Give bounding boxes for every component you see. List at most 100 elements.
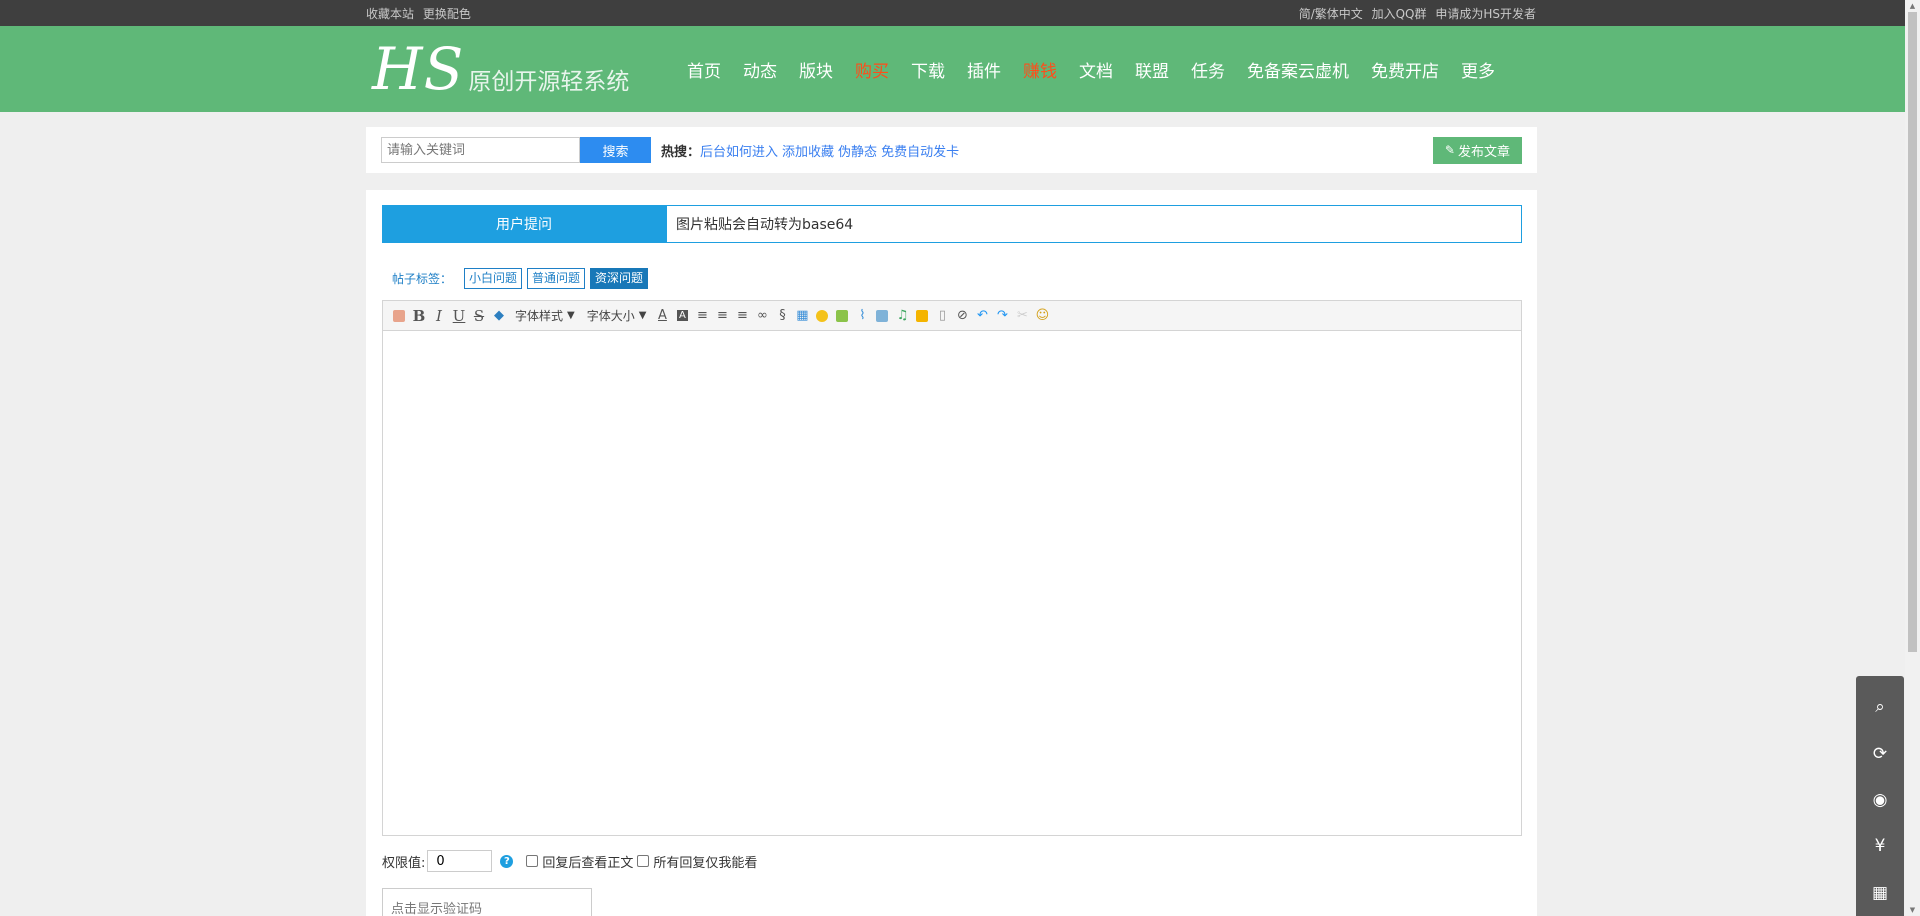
source-icon[interactable] [389, 306, 409, 326]
bold-icon[interactable]: B [409, 306, 429, 326]
tag-beginner[interactable]: 小白问题 [464, 268, 523, 289]
tag-normal[interactable]: 普通问题 [527, 268, 586, 289]
tag-advanced[interactable]: 资深问题 [590, 268, 649, 289]
category-select[interactable]: 用户提问 [382, 205, 666, 243]
chevron-down-icon: ▼ [638, 310, 647, 321]
change-color-link[interactable]: 更换配色 [423, 7, 471, 21]
align-right-icon[interactable]: ≡ [732, 306, 752, 326]
nav-item[interactable]: 免备案云虚机 [1247, 57, 1349, 82]
align-left-icon[interactable]: ≡ [692, 306, 712, 326]
checkbox-box[interactable] [526, 855, 539, 867]
nav-item[interactable]: 免费开店 [1371, 57, 1439, 82]
qrcode-icon[interactable]: ▦ [1856, 870, 1904, 916]
scroll-down-icon[interactable]: ▼ [1905, 904, 1920, 916]
scroll-up-icon[interactable]: ▲ [1905, 0, 1920, 12]
replies-private-checkbox[interactable]: 所有回复仅我能看 [637, 852, 757, 871]
link-icon[interactable]: ∞ [752, 306, 772, 326]
bookmark-site-link[interactable]: 收藏本站 [366, 7, 414, 21]
nav-item[interactable]: 联盟 [1135, 57, 1169, 82]
music-icon[interactable]: ♫ [892, 306, 912, 326]
main-nav: 首页 动态 版块 购买 下载 插件 赚钱 文档 联盟 任务 免备案云虚机 免费开店 更多 [676, 57, 1506, 82]
rich-text-editor: B I U S ◆ 字体样式 ▼ 字体大小 ▼ A A ≡ ≡ ≡ ∞ § ▦ ⌇ … [382, 300, 1522, 836]
checkbox-box[interactable] [637, 855, 650, 867]
scroll-thumb[interactable] [1908, 12, 1917, 652]
underline-icon[interactable]: U [449, 306, 469, 326]
background-color-icon[interactable]: A [672, 306, 692, 326]
unlink-icon[interactable]: § [772, 306, 792, 326]
tags-row: 帖子标签： 小白问题 普通问题 资深问题 [392, 268, 653, 289]
attachment-icon[interactable]: ⌇ [852, 306, 872, 326]
join-qq-group-link[interactable]: 加入QQ群 [1372, 7, 1427, 21]
help-icon[interactable]: ? [500, 854, 514, 868]
nav-item[interactable]: 任务 [1191, 57, 1225, 82]
nav-item[interactable]: 下载 [911, 57, 945, 82]
hot-search-link[interactable]: 免费自动发卡 [881, 141, 959, 160]
nav-item[interactable]: 动态 [743, 57, 777, 82]
permission-input[interactable] [427, 850, 493, 872]
nav-item[interactable]: 赚钱 [1023, 57, 1057, 82]
hide-content-icon[interactable]: ⊘ [952, 306, 972, 326]
edit-icon: ✎ [1444, 143, 1455, 157]
topbar-right: 简/繁体中文 加入QQ群 申请成为HS开发者 [1294, 5, 1536, 22]
preview-icon[interactable]: ☺ [1032, 306, 1052, 326]
site-logo[interactable]: HS 原创开源轻系统 [372, 40, 662, 98]
font-size-select[interactable]: 字体大小 ▼ [587, 307, 647, 324]
permission-row: 权限值: ? 回复后查看正文 所有回复仅我能看 [382, 850, 757, 872]
hot-search-link[interactable]: 添加收藏 [782, 141, 834, 160]
header: HS 原创开源轻系统 首页 动态 版块 购买 下载 插件 赚钱 文档 联盟 任务 免备案云虚机 免费开… [0, 26, 1920, 112]
publish-article-label: 发布文章 [1457, 144, 1510, 160]
floating-toolbar: ⌕ ⟳ ◉ ¥ ▦ [1856, 676, 1904, 916]
topbar-left: 收藏本站 更换配色 [366, 5, 476, 22]
font-family-select[interactable]: 字体样式 ▼ [515, 307, 575, 324]
hot-search-label: 热搜： [661, 144, 701, 160]
qq-icon[interactable]: ◉ [1856, 777, 1904, 823]
clear-format-icon[interactable]: ✂ [1012, 306, 1032, 326]
refresh-icon[interactable]: ⟳ [1856, 730, 1904, 776]
search-input[interactable] [381, 137, 580, 163]
image-icon[interactable] [832, 306, 852, 326]
reply-to-view-checkbox[interactable]: 回复后查看正文 [526, 852, 633, 871]
emoji-icon[interactable] [812, 306, 832, 326]
hot-search-link[interactable]: 伪静态 [838, 141, 877, 160]
title-input[interactable] [666, 205, 1522, 243]
hot-search-link[interactable]: 后台如何进入 [700, 141, 778, 160]
permission-label: 权限值: [382, 855, 426, 871]
reply-to-view-label: 回复后查看正文 [542, 855, 634, 871]
apply-developer-link[interactable]: 申请成为HS开发者 [1435, 7, 1536, 21]
nav-item[interactable]: 文档 [1079, 57, 1113, 82]
captcha-field[interactable]: 点击显示验证码 [382, 888, 592, 916]
strikethrough-icon[interactable]: S [469, 306, 489, 326]
nav-item[interactable]: 插件 [967, 57, 1001, 82]
tags-label: 帖子标签： [392, 272, 453, 286]
undo-icon[interactable]: ↶ [972, 306, 992, 326]
eraser-icon[interactable]: ◆ [489, 306, 509, 326]
publish-article-button[interactable]: ✎ 发布文章 [1432, 136, 1522, 164]
language-switch-link[interactable]: 简/繁体中文 [1299, 7, 1363, 21]
nav-item[interactable]: 更多 [1461, 57, 1495, 82]
redo-icon[interactable]: ↷ [992, 306, 1012, 326]
editor-content-area[interactable] [383, 331, 1521, 835]
yen-icon[interactable]: ¥ [1856, 823, 1904, 869]
replies-private-label: 所有回复仅我能看 [653, 855, 758, 871]
search-icon[interactable]: ⌕ [1856, 684, 1904, 730]
nav-item[interactable]: 版块 [799, 57, 833, 82]
search-button[interactable]: 搜索 [580, 137, 651, 163]
italic-icon[interactable]: I [429, 306, 449, 326]
page-scrollbar[interactable]: ▲ ▼ [1905, 0, 1920, 916]
nav-item[interactable]: 购买 [855, 57, 889, 82]
folder-icon[interactable] [912, 306, 932, 326]
top-bar: 收藏本站 更换配色 简/繁体中文 加入QQ群 申请成为HS开发者 [0, 0, 1920, 26]
font-family-label: 字体样式 [515, 309, 564, 323]
search-bar: 搜索 热搜： 后台如何进入 添加收藏 伪静态 免费自动发卡 ✎ 发布文章 [366, 127, 1537, 173]
align-center-icon[interactable]: ≡ [712, 306, 732, 326]
logo-mark: HS [372, 35, 465, 103]
multi-image-icon[interactable] [872, 306, 892, 326]
post-editor-card: 用户提问 帖子标签： 小白问题 普通问题 资深问题 B I U S ◆ 字体样式… [366, 190, 1537, 916]
nav-item[interactable]: 首页 [687, 57, 721, 82]
table-icon[interactable]: ▦ [792, 306, 812, 326]
title-row: 用户提问 [382, 205, 1522, 243]
editor-toolbar: B I U S ◆ 字体样式 ▼ 字体大小 ▼ A A ≡ ≡ ≡ ∞ § ▦ ⌇ … [383, 301, 1521, 331]
font-color-icon[interactable]: A [652, 306, 672, 326]
file-icon[interactable]: ▯ [932, 306, 952, 326]
chevron-down-icon: ▼ [567, 310, 575, 321]
